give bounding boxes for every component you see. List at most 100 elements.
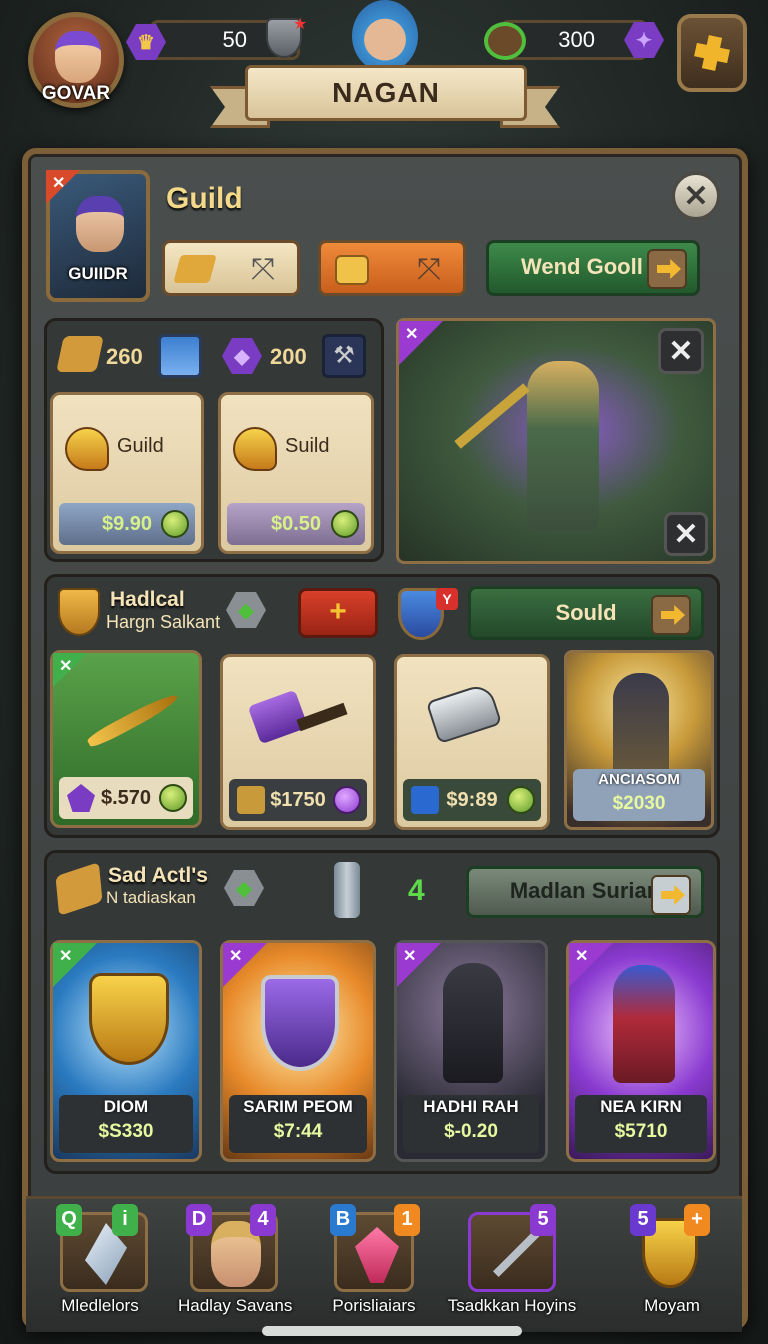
section-subtitle: N tadiaskan bbox=[106, 888, 196, 907]
gem-icon bbox=[67, 784, 95, 812]
section-title: Hadlcal bbox=[110, 588, 185, 611]
page-title-banner: NAGAN bbox=[245, 65, 527, 121]
madlan-surian-button[interactable]: Madlan Surian bbox=[466, 866, 704, 918]
price-row: $.570 bbox=[59, 777, 193, 819]
scroll-handle[interactable] bbox=[262, 1326, 522, 1336]
gauntlet-icon bbox=[425, 681, 503, 745]
shop-item-gauntlet[interactable]: $9:89 bbox=[394, 654, 550, 830]
price-row: SARIM PEOM $7:44 bbox=[229, 1095, 367, 1153]
coin-icon bbox=[159, 784, 187, 812]
player-name: GOVAR bbox=[41, 83, 111, 104]
scroll-icon bbox=[56, 336, 104, 372]
nav-badge: B bbox=[330, 1204, 356, 1236]
price-row: $1750 bbox=[229, 779, 367, 821]
puzzle-icon bbox=[692, 33, 732, 73]
spear-icon bbox=[492, 1228, 542, 1278]
item-price: $S330 bbox=[98, 1121, 154, 1142]
nav-badge: 5 bbox=[630, 1204, 656, 1236]
item-price: $9:89 bbox=[446, 789, 498, 811]
price-row: ANCIASOM $2030 bbox=[573, 769, 705, 821]
price-row: $9:89 bbox=[403, 779, 541, 821]
price-row: $9.90 bbox=[59, 503, 195, 545]
shop-item-guild[interactable]: Guild $9.90 bbox=[50, 392, 204, 554]
wend-button-label: Wend Gooll bbox=[521, 254, 643, 279]
hero-figure bbox=[613, 673, 669, 783]
portrait-label: GUIIDR bbox=[68, 264, 128, 283]
orb-icon bbox=[333, 786, 361, 814]
item-price: $5710 bbox=[614, 1121, 668, 1142]
section-title: Sad Actl's bbox=[108, 864, 208, 887]
wend-button[interactable]: Wend Gooll bbox=[486, 240, 700, 296]
hero-figure bbox=[613, 965, 675, 1083]
coin-icon bbox=[507, 786, 535, 814]
hero-figure bbox=[527, 361, 599, 531]
link-icon: ⤧ bbox=[417, 253, 441, 286]
item-price: $9.90 bbox=[101, 513, 153, 535]
scroll-icon bbox=[237, 786, 265, 814]
nav-badge: + bbox=[684, 1204, 710, 1236]
sould-button[interactable]: Sould bbox=[468, 586, 704, 640]
arrow-right-icon bbox=[647, 249, 687, 289]
gold-value: 50 bbox=[222, 27, 247, 52]
dismiss-button[interactable]: ✕ bbox=[658, 328, 704, 374]
guild-portrait[interactable]: GUIIDR bbox=[46, 170, 150, 302]
crystal-icon bbox=[158, 334, 202, 378]
potion-icon bbox=[355, 1227, 399, 1283]
nav-label: Hadlay Savans bbox=[178, 1296, 293, 1315]
helmet-icon bbox=[65, 427, 109, 471]
puzzle-button[interactable] bbox=[677, 14, 747, 92]
nav-label: Tsadkkan Hoyins bbox=[447, 1296, 577, 1315]
player-avatar[interactable]: GOVAR bbox=[28, 12, 124, 108]
item-price: $.570 bbox=[100, 787, 152, 809]
dagger-icon bbox=[85, 690, 181, 750]
nav-label: Moyam bbox=[644, 1296, 700, 1315]
resource-count-1: 260 bbox=[106, 344, 143, 369]
tab-scroll[interactable]: ⤧ bbox=[162, 240, 300, 296]
shop-item-diom[interactable]: DIOM $S330 bbox=[50, 940, 202, 1162]
helmet-icon bbox=[233, 427, 277, 471]
close-panel-button[interactable]: ✕ bbox=[672, 172, 720, 220]
shop-item-dagger[interactable]: $.570 bbox=[50, 650, 202, 828]
sould-button-label: Sould bbox=[555, 600, 617, 625]
item-price: $0.50 bbox=[270, 513, 322, 535]
shop-item-suild[interactable]: Suild $0.50 bbox=[218, 392, 374, 554]
dark-knight-figure bbox=[443, 963, 503, 1083]
shop-item-sarim-peom[interactable]: SARIM PEOM $7:44 bbox=[220, 940, 376, 1162]
coin-icon bbox=[161, 510, 189, 538]
price-row: NEA KIRN $5710 bbox=[575, 1095, 707, 1153]
gold-shield-icon bbox=[89, 973, 169, 1065]
hammer-icon[interactable]: ⚒ bbox=[322, 334, 366, 378]
nav-badge: i bbox=[112, 1204, 138, 1236]
dismiss-button[interactable]: ✕ bbox=[664, 512, 708, 556]
item-price: $2030 bbox=[612, 793, 666, 814]
hero-card-anciasom[interactable]: ANCIASOM $2030 bbox=[564, 650, 714, 830]
chest-icon bbox=[335, 255, 369, 285]
refresh-icon[interactable] bbox=[484, 22, 526, 60]
shop-item-hammer[interactable]: $1750 bbox=[220, 654, 376, 830]
nav-badge: 1 bbox=[394, 1204, 420, 1236]
madlan-button-label: Madlan Surian bbox=[509, 878, 661, 903]
nav-badge: Q bbox=[56, 1204, 82, 1236]
add-button[interactable]: + bbox=[298, 588, 378, 638]
potion-icon bbox=[334, 862, 360, 918]
nav-label: Mledlelors bbox=[61, 1296, 139, 1315]
tab-chest[interactable]: ⤧ bbox=[318, 240, 466, 296]
hero-portrait bbox=[352, 0, 418, 72]
item-price: $7:44 bbox=[273, 1121, 323, 1142]
purple-shield-icon bbox=[261, 975, 339, 1071]
guild-title: Guild bbox=[166, 182, 243, 215]
item-price: $-0.20 bbox=[444, 1121, 498, 1142]
price-row: DIOM $S330 bbox=[59, 1095, 193, 1153]
portrait-face bbox=[76, 196, 124, 252]
resource-count-2: 200 bbox=[270, 344, 307, 369]
avatar-face bbox=[55, 31, 101, 83]
link-icon: ⤧ bbox=[251, 253, 275, 286]
shop-item-nea-kirn[interactable]: NEA KIRN $5710 bbox=[566, 940, 716, 1162]
item-name: SARIM PEOM bbox=[243, 1097, 353, 1116]
nav-label: Porisliaiars bbox=[332, 1296, 416, 1315]
shop-item-hadhi-rah[interactable]: HADHI RAH $-0.20 bbox=[394, 940, 548, 1162]
item-price: $1750 bbox=[270, 789, 326, 811]
item-name: NEA KIRN bbox=[600, 1097, 682, 1116]
item-name: DIOM bbox=[103, 1097, 149, 1116]
price-row: $0.50 bbox=[227, 503, 365, 545]
